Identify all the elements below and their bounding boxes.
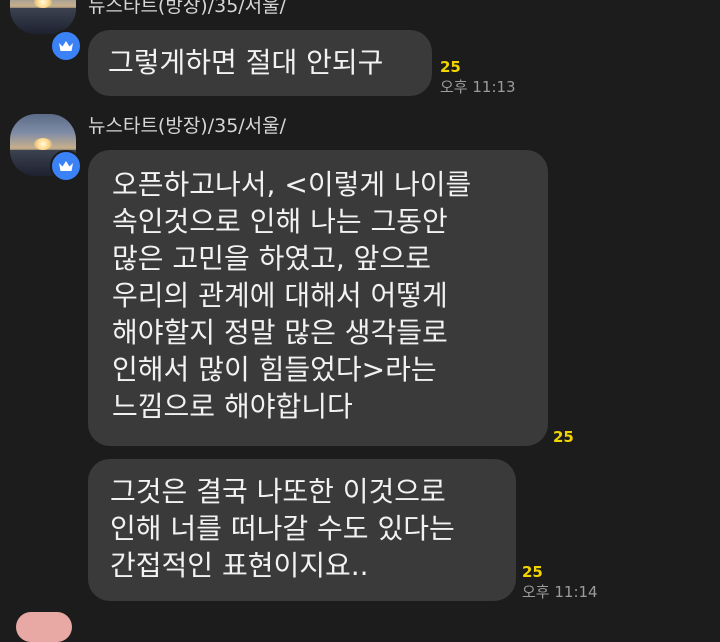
unread-count: 25: [440, 58, 461, 76]
next-sender-avatar[interactable]: [16, 612, 72, 642]
crown-icon: [50, 150, 82, 182]
message-bubble[interactable]: 오픈하고나서, <이렇게 나이를 속인것으로 인해 나는 그동안 많은 고민을 …: [88, 150, 548, 446]
unread-count: 25: [522, 563, 543, 581]
crown-icon-svg: [59, 161, 73, 171]
avatar-sun: [34, 138, 52, 150]
crown-icon-svg: [59, 41, 73, 51]
unread-count: 25: [553, 428, 574, 446]
message-bubble[interactable]: 그렇게하면 절대 안되구: [88, 30, 432, 96]
sender-name[interactable]: 뉴스타트(방장)/35/서울/: [88, 0, 286, 18]
sender-name[interactable]: 뉴스타트(방장)/35/서울/: [88, 114, 286, 138]
message-bubble[interactable]: 그것은 결국 나또한 이것으로 인해 너를 떠나갈 수도 있다는 간접적인 표현…: [88, 459, 516, 601]
crown-icon: [50, 30, 82, 62]
message-time: 오후 11:13: [440, 78, 516, 96]
sender-avatar[interactable]: [10, 0, 76, 34]
avatar-sun: [34, 0, 52, 8]
message-time: 오후 11:14: [522, 583, 598, 601]
